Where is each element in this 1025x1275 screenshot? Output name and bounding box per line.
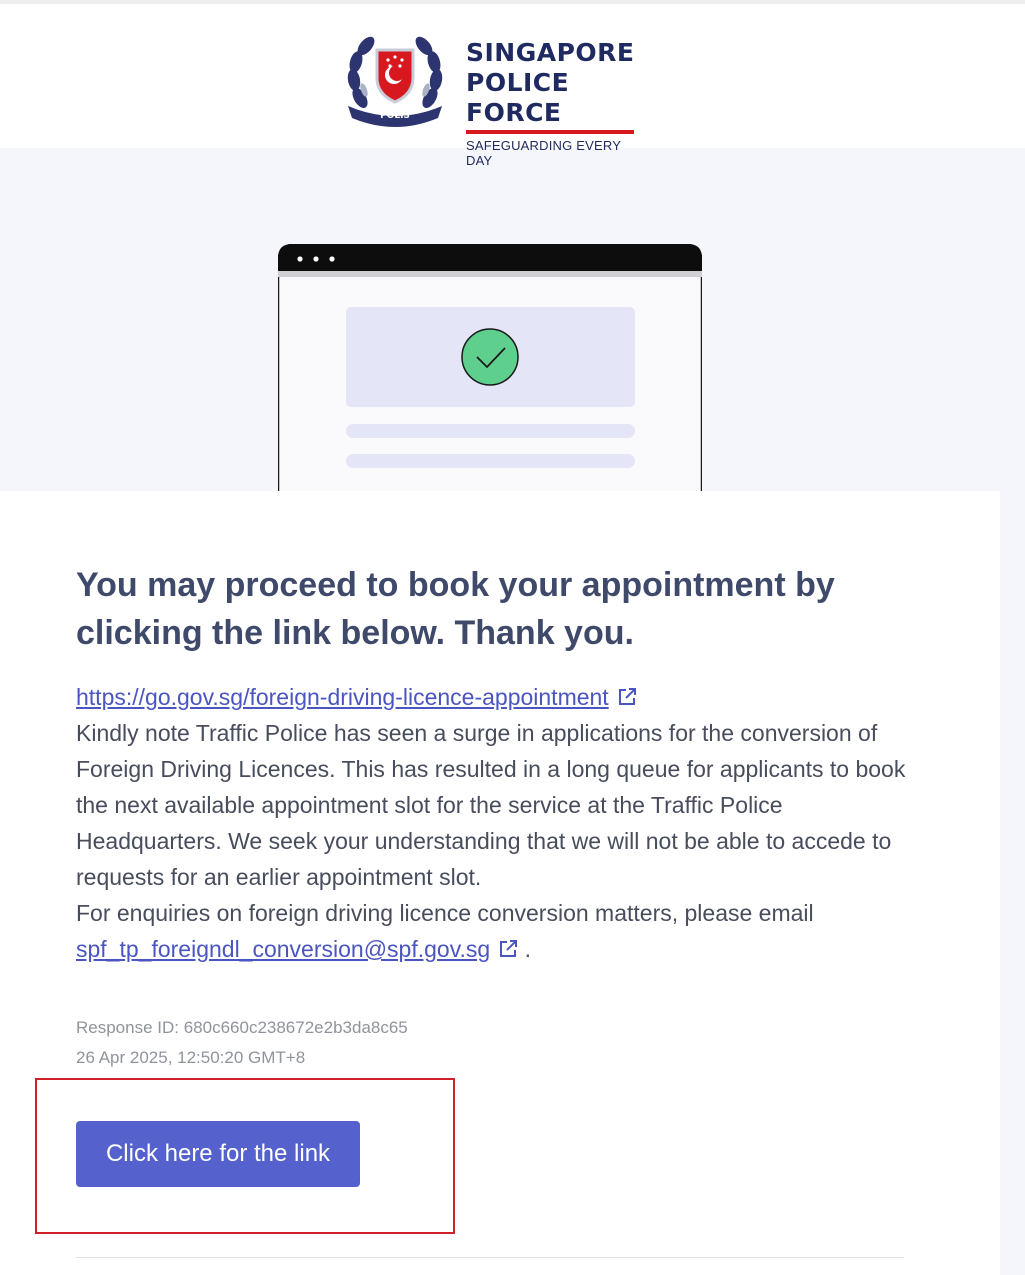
check-circle-icon [461,328,519,386]
notice-text: Kindly note Traffic Police has seen a su… [76,720,906,890]
message-body: https://go.gov.sg/foreign-driving-licenc… [76,679,906,967]
logo-line-1: SINGAPORE [466,38,635,67]
external-link-icon[interactable] [498,939,518,959]
confirmation-card: You may proceed to book your appointment… [0,491,1000,1275]
success-illustration [278,244,702,492]
site-header: POLIS SINGAPORE POLICE FORCE SAFEGUARDIN… [0,0,1025,168]
logo-red-rule [466,130,634,134]
divider [76,1257,904,1258]
logo-tagline: SAFEGUARDING EVERY DAY [466,138,621,168]
logo-wordmark: SINGAPORE POLICE FORCE SAFEGUARDING EVER… [466,38,642,168]
response-meta: Response ID: 680c660c238672e2b3da8c65 26… [76,1013,906,1073]
spf-logo[interactable]: POLIS SINGAPORE POLICE FORCE SAFEGUARDIN… [342,28,642,168]
confirmation-content: You may proceed to book your appointment… [76,561,906,1073]
crest-logo-icon: POLIS [347,36,443,127]
open-link-button[interactable]: Click here for the link [76,1121,360,1187]
enquiry-period: . [524,936,531,962]
response-id: Response ID: 680c660c238672e2b3da8c65 [76,1018,408,1037]
logo-line-2: POLICE FORCE [466,68,570,127]
crest-ribbon-text: POLIS [380,111,410,121]
response-timestamp: 26 Apr 2025, 12:50:20 GMT+8 [76,1048,306,1067]
enquiry-text: For enquiries on foreign driving licence… [76,900,814,926]
page-title: You may proceed to book your appointment… [76,566,835,652]
appointment-link[interactable]: https://go.gov.sg/foreign-driving-licenc… [76,684,609,710]
external-link-icon[interactable] [617,687,637,707]
email-link[interactable]: spf_tp_foreigndl_conversion@spf.gov.sg [76,936,490,962]
